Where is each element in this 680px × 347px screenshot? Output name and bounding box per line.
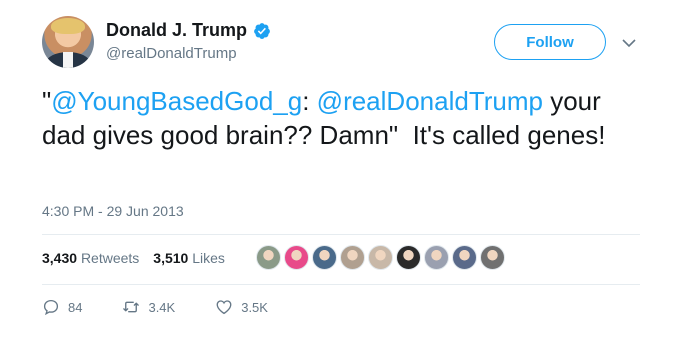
likes-stat[interactable]: 3,510 Likes xyxy=(153,250,225,266)
liker-avatar[interactable] xyxy=(340,245,365,270)
liker-avatar[interactable] xyxy=(256,245,281,270)
liker-avatar[interactable] xyxy=(452,245,477,270)
tweet-timestamp[interactable]: 4:30 PM - 29 Jun 2013 xyxy=(42,203,184,219)
engagement-stats: 3,430 Retweets 3,510 Likes xyxy=(42,250,225,266)
tweet-header: Donald J. Trump @realDonaldTrump Follow xyxy=(42,16,642,72)
liker-avatars xyxy=(256,245,505,270)
like-count: 3.5K xyxy=(241,299,268,315)
name-row: Donald J. Trump xyxy=(106,20,271,41)
mention-link[interactable]: @realDonaldTrump xyxy=(317,86,543,116)
tweet-text: "@YoungBasedGod_g: @realDonaldTrump your… xyxy=(42,84,642,152)
reply-action[interactable]: 84 xyxy=(42,298,82,316)
quote-open: " xyxy=(42,86,52,116)
divider xyxy=(42,234,640,235)
reply-icon xyxy=(43,299,59,316)
text-colon: : xyxy=(302,86,317,116)
retweet-icon xyxy=(123,301,140,313)
heart-icon xyxy=(216,300,232,315)
retweet-count: 3.4K xyxy=(148,299,176,315)
user-handle[interactable]: @realDonaldTrump xyxy=(106,45,237,62)
retweets-stat[interactable]: 3,430 Retweets xyxy=(42,250,139,266)
divider xyxy=(42,284,640,285)
display-name[interactable]: Donald J. Trump xyxy=(106,20,247,41)
tweet-actions: 84 3.4K 3.5K xyxy=(42,298,308,316)
retweets-label: Retweets xyxy=(80,250,140,266)
liker-avatar[interactable] xyxy=(312,245,337,270)
liker-avatar[interactable] xyxy=(424,245,449,270)
retweets-count: 3,430 xyxy=(42,250,78,266)
likes-label: Likes xyxy=(192,250,225,266)
reply-count: 84 xyxy=(68,299,83,315)
follow-button[interactable]: Follow xyxy=(494,24,606,60)
liker-avatar[interactable] xyxy=(368,245,393,270)
avatar[interactable] xyxy=(42,16,94,68)
retweet-action[interactable]: 3.4K xyxy=(122,298,175,316)
chevron-down-icon[interactable] xyxy=(622,38,636,48)
liker-avatar[interactable] xyxy=(396,245,421,270)
mention-link[interactable]: @YoungBasedGod_g xyxy=(51,86,302,116)
liker-avatar[interactable] xyxy=(480,245,505,270)
likes-count: 3,510 xyxy=(153,250,189,266)
like-action[interactable]: 3.5K xyxy=(215,298,268,316)
verified-badge-icon xyxy=(254,22,270,39)
liker-avatar[interactable] xyxy=(284,245,309,270)
